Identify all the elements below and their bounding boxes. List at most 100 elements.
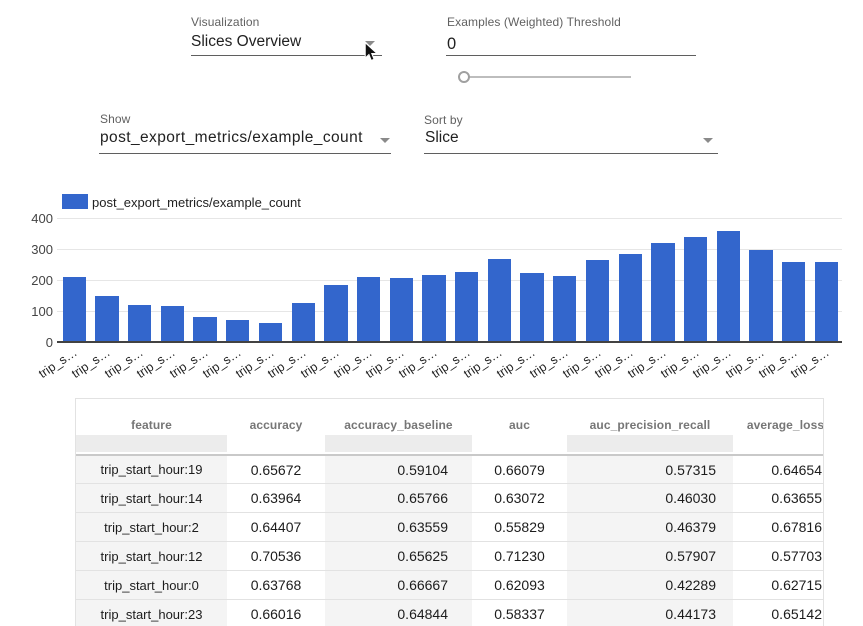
show-label: Show xyxy=(100,112,130,126)
column-header[interactable]: auc xyxy=(472,399,567,433)
table-cell: trip_start_hour:19 xyxy=(76,455,227,484)
bar[interactable] xyxy=(782,262,805,341)
filter-cell[interactable] xyxy=(733,433,824,455)
y-axis-tick-label: 0 xyxy=(17,336,53,349)
table-cell: 0.65142 xyxy=(733,599,824,626)
bar[interactable] xyxy=(292,303,315,341)
filter-cell[interactable] xyxy=(472,433,567,455)
table-cell: 0.58337 xyxy=(472,599,567,626)
filter-input[interactable] xyxy=(733,435,824,452)
visualization-underline xyxy=(191,55,382,56)
table-cell: 0.63655 xyxy=(733,484,824,513)
table-row[interactable]: trip_start_hour:00.637680.666670.620930.… xyxy=(76,571,824,600)
filter-input[interactable] xyxy=(472,435,567,452)
bar[interactable] xyxy=(128,305,151,341)
table-row[interactable]: trip_start_hour:190.656720.591040.660790… xyxy=(76,455,824,484)
filter-input[interactable] xyxy=(227,435,325,452)
filter-input[interactable] xyxy=(76,435,227,452)
table-cell: trip_start_hour:14 xyxy=(76,484,227,513)
bar[interactable] xyxy=(390,278,413,341)
chevron-down-icon[interactable] xyxy=(380,138,390,143)
threshold-input[interactable]: 0 xyxy=(447,35,456,54)
column-header[interactable]: auc_precision_recall xyxy=(567,399,733,433)
table-cell: 0.65766 xyxy=(325,484,472,513)
metrics-table-container[interactable]: featureaccuracyaccuracy_baselineaucauc_p… xyxy=(75,398,824,626)
show-underline xyxy=(99,153,391,154)
bar[interactable] xyxy=(553,276,576,341)
threshold-slider-track[interactable] xyxy=(464,76,631,78)
bar[interactable] xyxy=(357,277,380,341)
bar[interactable] xyxy=(193,317,216,341)
table-row[interactable]: trip_start_hour:20.644070.635590.558290.… xyxy=(76,513,824,542)
bar[interactable] xyxy=(749,250,772,341)
sort-by-label: Sort by xyxy=(424,113,463,127)
bar[interactable] xyxy=(684,237,707,341)
sort-by-select[interactable]: Slice xyxy=(425,129,459,147)
show-select[interactable]: post_export_metrics/example_count xyxy=(100,129,363,147)
bar[interactable] xyxy=(619,254,642,341)
bar[interactable] xyxy=(488,259,511,341)
table-cell: 0.66667 xyxy=(325,571,472,600)
bar[interactable] xyxy=(95,296,118,341)
table-header-row: featureaccuracyaccuracy_baselineaucauc_p… xyxy=(76,399,824,433)
visualization-label: Visualization xyxy=(191,15,259,29)
threshold-slider-knob[interactable] xyxy=(458,71,470,83)
table-cell: 0.65672 xyxy=(227,455,325,484)
visualization-select[interactable]: Slices Overview xyxy=(191,33,301,51)
table-row[interactable]: trip_start_hour:230.660160.648440.583370… xyxy=(76,599,824,626)
chevron-down-icon[interactable] xyxy=(703,138,713,143)
bar[interactable] xyxy=(161,306,184,341)
legend-label: post_export_metrics/example_count xyxy=(92,195,301,210)
column-header[interactable]: average_loss xyxy=(733,399,824,433)
y-axis-tick-label: 400 xyxy=(17,212,53,225)
table-cell: 0.57703 xyxy=(733,542,824,571)
table-cell: 0.63072 xyxy=(472,484,567,513)
bar-chart-plot-area xyxy=(57,218,842,342)
table-cell: 0.57315 xyxy=(567,455,733,484)
filter-cell[interactable] xyxy=(567,433,733,455)
filter-input[interactable] xyxy=(325,435,472,452)
bar[interactable] xyxy=(651,243,674,341)
filter-cell[interactable] xyxy=(227,433,325,455)
column-header[interactable]: feature xyxy=(76,399,227,433)
table-cell: trip_start_hour:0 xyxy=(76,571,227,600)
bar[interactable] xyxy=(455,272,478,341)
table-filter-row xyxy=(76,433,824,455)
bar[interactable] xyxy=(226,320,249,341)
table-cell: 0.57907 xyxy=(567,542,733,571)
table-cell: 0.63964 xyxy=(227,484,325,513)
y-axis-tick-label: 100 xyxy=(17,305,53,318)
metrics-table: featureaccuracyaccuracy_baselineaucauc_p… xyxy=(76,399,824,626)
table-cell: 0.70536 xyxy=(227,542,325,571)
filter-input[interactable] xyxy=(567,435,733,452)
bar[interactable] xyxy=(259,323,282,341)
column-header[interactable]: accuracy xyxy=(227,399,325,433)
mouse-cursor xyxy=(364,42,378,63)
sort-by-underline xyxy=(424,153,718,154)
threshold-label: Examples (Weighted) Threshold xyxy=(447,15,621,29)
bar[interactable] xyxy=(324,285,347,341)
table-cell: 0.67816 xyxy=(733,513,824,542)
table-cell: 0.59104 xyxy=(325,455,472,484)
table-row[interactable]: trip_start_hour:120.705360.656250.712300… xyxy=(76,542,824,571)
table-cell: 0.63768 xyxy=(227,571,325,600)
table-cell: 0.71230 xyxy=(472,542,567,571)
threshold-underline xyxy=(446,55,696,56)
table-cell: trip_start_hour:12 xyxy=(76,542,227,571)
filter-cell[interactable] xyxy=(325,433,472,455)
bar[interactable] xyxy=(422,275,445,341)
bar[interactable] xyxy=(586,260,609,341)
bar[interactable] xyxy=(717,231,740,341)
bar[interactable] xyxy=(520,273,543,342)
column-header[interactable]: accuracy_baseline xyxy=(325,399,472,433)
table-cell: 0.62715 xyxy=(733,571,824,600)
table-row[interactable]: trip_start_hour:140.639640.657660.630720… xyxy=(76,484,824,513)
bar[interactable] xyxy=(63,277,86,341)
table-cell: 0.46030 xyxy=(567,484,733,513)
x-axis-line xyxy=(57,341,842,343)
filter-cell[interactable] xyxy=(76,433,227,455)
table-cell: 0.66079 xyxy=(472,455,567,484)
table-cell: 0.46379 xyxy=(567,513,733,542)
bar[interactable] xyxy=(815,262,838,341)
table-cell: 0.64844 xyxy=(325,599,472,626)
